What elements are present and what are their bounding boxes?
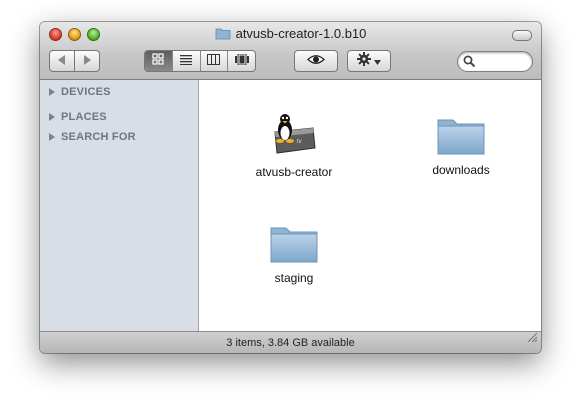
window-title-text: atvusb-creator-1.0.b10 (235, 26, 367, 41)
file-browser-content: tv atvusb-creator downloads staging (199, 80, 541, 331)
sidebar-section-label: DEVICES (61, 86, 111, 98)
back-button[interactable] (49, 50, 75, 72)
sidebar-section-places[interactable]: PLACES (49, 111, 107, 123)
toolbar-toggle-button[interactable] (512, 30, 532, 41)
sidebar: DEVICES PLACES SEARCH FOR (40, 80, 199, 331)
action-menu-button[interactable] (347, 50, 391, 72)
status-bar: 3 items, 3.84 GB available (40, 331, 541, 353)
finder-window: atvusb-creator-1.0.b10 DEVICES PLACES SE… (40, 22, 541, 353)
file-item-label: atvusb-creator (255, 165, 333, 179)
eye-icon (307, 52, 325, 70)
coverflow-view-icon (234, 52, 249, 70)
status-text: 3 items, 3.84 GB available (226, 337, 355, 349)
icon-view-icon (152, 52, 164, 70)
forward-arrow-icon (83, 52, 91, 70)
search-input[interactable] (478, 54, 528, 68)
disclosure-triangle-icon (49, 88, 55, 96)
column-view-icon (207, 52, 221, 70)
folder-icon (269, 222, 319, 269)
coverflow-view-button[interactable] (227, 51, 255, 71)
sidebar-section-devices[interactable]: DEVICES (49, 86, 111, 98)
forward-button[interactable] (74, 50, 100, 72)
sidebar-section-search-for[interactable]: SEARCH FOR (49, 131, 136, 143)
toolbar: atvusb-creator-1.0.b10 (40, 22, 541, 80)
sidebar-section-label: PLACES (61, 111, 107, 123)
folder-icon (215, 27, 231, 45)
back-arrow-icon (58, 52, 66, 70)
apple-tv-tux-app-icon: tv (269, 110, 319, 163)
disclosure-triangle-icon (49, 113, 55, 121)
search-icon (463, 55, 476, 73)
view-mode-control (144, 50, 256, 72)
folder-icon (436, 114, 486, 161)
file-item-staging[interactable]: staging (224, 222, 364, 285)
quick-look-button[interactable] (294, 50, 338, 72)
file-item-label: staging (274, 271, 314, 285)
sidebar-section-label: SEARCH FOR (61, 131, 136, 143)
list-view-button[interactable] (171, 51, 200, 71)
file-item-atvusb-creator[interactable]: tv atvusb-creator (224, 110, 364, 179)
gear-icon (357, 51, 371, 71)
column-view-button[interactable] (199, 51, 228, 71)
file-item-downloads[interactable]: downloads (391, 114, 531, 177)
file-item-label: downloads (432, 163, 490, 177)
chevron-down-icon (374, 52, 381, 70)
list-view-icon (180, 52, 193, 70)
icon-view-button[interactable] (145, 51, 172, 71)
disclosure-triangle-icon (49, 133, 55, 141)
resize-grip-icon[interactable] (527, 329, 538, 351)
search-field[interactable] (457, 51, 533, 72)
window-title: atvusb-creator-1.0.b10 (40, 25, 541, 45)
svg-text:tv: tv (297, 139, 302, 145)
